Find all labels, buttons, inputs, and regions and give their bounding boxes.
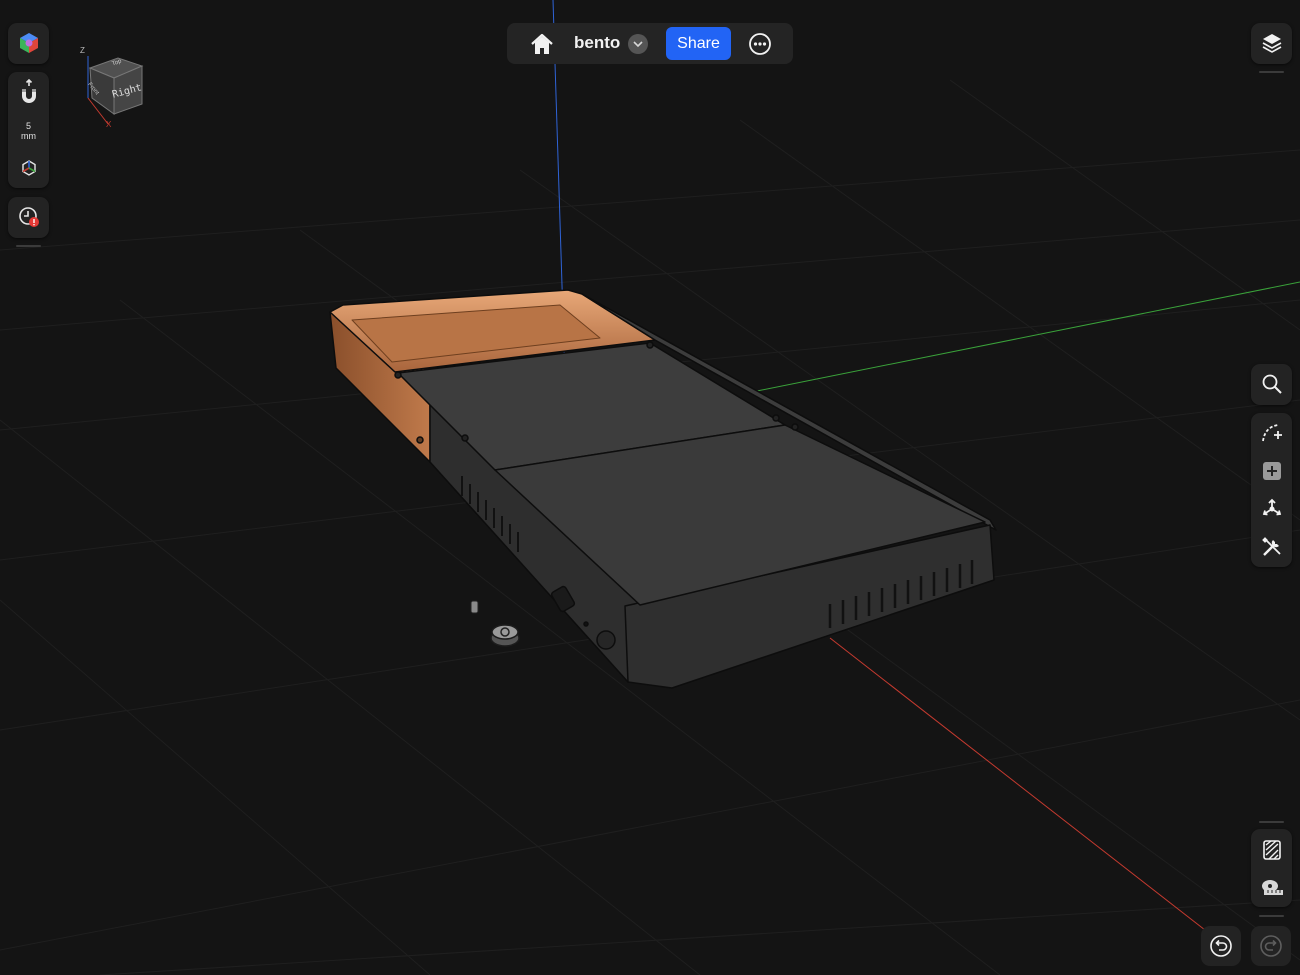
redo-icon (1260, 935, 1282, 957)
snap-axes-button[interactable] (8, 150, 49, 186)
add-body-icon (1262, 462, 1281, 480)
ellipsis-circle-icon (749, 33, 771, 55)
view-cube-axis-z: Z (80, 46, 85, 55)
axis-y-line (751, 281, 1300, 393)
tools-button[interactable] (1251, 529, 1292, 565)
render-mode-button[interactable] (8, 25, 49, 61)
wrench-screwdriver-icon (1261, 537, 1281, 556)
loose-screw[interactable] (470, 600, 479, 614)
section-view-button[interactable] (1251, 832, 1292, 868)
axis-x-line (829, 637, 1206, 931)
3d-viewport[interactable] (0, 0, 1300, 975)
magnet-icon (21, 79, 36, 103)
sketch-curve-icon (1261, 424, 1282, 442)
history-clock-icon (18, 207, 39, 227)
measure-tape-icon (1261, 880, 1283, 895)
view-cube[interactable]: Z X Right Front Top (78, 46, 148, 130)
right-top-divider (1259, 71, 1284, 73)
right-bottom-divider-top (1259, 821, 1284, 823)
view-cube-axis-x: X (106, 120, 112, 129)
left-toolbar-divider (16, 245, 41, 247)
more-options-button[interactable] (740, 26, 780, 62)
search-button[interactable] (1251, 366, 1292, 402)
axes-icon (21, 160, 36, 176)
loose-knob[interactable] (490, 624, 520, 647)
undo-icon (1210, 935, 1232, 957)
color-cube-icon (19, 33, 38, 53)
snap-increment-value[interactable]: 5 (8, 121, 49, 131)
snap-toggle-button[interactable] (8, 74, 49, 110)
section-view-icon (1262, 840, 1281, 860)
document-title[interactable]: bento (574, 33, 620, 53)
bento-model[interactable] (329, 289, 997, 689)
transform-icon (1262, 498, 1281, 516)
chevron-down-icon (628, 34, 648, 54)
undo-button[interactable] (1201, 926, 1241, 966)
add-body-button[interactable] (1251, 453, 1292, 489)
measure-button[interactable] (1251, 869, 1292, 905)
home-button[interactable] (522, 26, 562, 62)
layers-button[interactable] (1251, 25, 1292, 61)
share-button[interactable]: Share (666, 27, 731, 60)
layers-icon (1262, 34, 1281, 53)
document-menu-button[interactable] (618, 26, 658, 62)
search-icon (1262, 374, 1282, 394)
snap-increment-unit: mm (21, 131, 36, 141)
sketch-button[interactable] (1251, 415, 1292, 451)
transform-button[interactable] (1251, 491, 1292, 527)
history-button[interactable] (8, 199, 49, 235)
home-icon (531, 33, 553, 54)
right-bottom-divider (1259, 915, 1284, 917)
redo-button[interactable] (1251, 926, 1291, 966)
